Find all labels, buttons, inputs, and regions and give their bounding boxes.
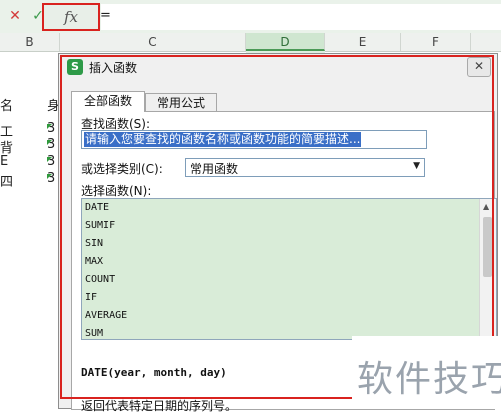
- function-item[interactable]: DATE: [82, 199, 496, 217]
- wps-logo-icon: S: [67, 59, 83, 75]
- error-indicator-icon: [47, 174, 52, 179]
- dialog-titlebar[interactable]: S 插入函数 ✕: [59, 54, 497, 80]
- function-syntax: DATE(year, month, day): [81, 366, 227, 379]
- dialog-title: 插入函数: [89, 61, 138, 75]
- scroll-up-icon[interactable]: ▲: [483, 202, 489, 211]
- column-e-header[interactable]: E: [325, 33, 401, 51]
- formula-bar: ✕ ✓ fx =: [0, 0, 501, 34]
- function-item[interactable]: IF: [82, 289, 496, 307]
- error-indicator-icon: [47, 124, 52, 129]
- category-label: 或选择类别(C):: [81, 162, 163, 176]
- column-c-header[interactable]: C: [60, 33, 246, 51]
- function-list-label: 选择函数(N):: [81, 184, 152, 198]
- category-select[interactable]: 常用函数 ▼: [185, 158, 425, 177]
- cell-name[interactable]: 四: [0, 171, 13, 190]
- function-list[interactable]: DATE SUMIF SIN MAX COUNT IF AVERAGE SUM …: [81, 198, 497, 340]
- insert-function-button[interactable]: fx: [42, 3, 100, 31]
- function-list-scrollbar[interactable]: ▲: [479, 199, 496, 339]
- formula-value: =: [100, 8, 111, 23]
- tab-common-formulas[interactable]: 常用公式: [145, 93, 217, 111]
- column-f-header[interactable]: F: [401, 33, 471, 51]
- tab-all-functions[interactable]: 全部函数: [71, 91, 145, 112]
- column-d-header[interactable]: D: [246, 33, 325, 51]
- error-indicator-icon: [47, 157, 52, 162]
- function-item[interactable]: MAX: [82, 253, 496, 271]
- cell-name[interactable]: 名: [0, 95, 13, 114]
- close-icon[interactable]: ✕: [467, 57, 491, 77]
- column-header: B C D E F: [0, 33, 501, 52]
- scrollbar-thumb[interactable]: [483, 217, 492, 277]
- search-placeholder: 请输入您要查找的函数名称或函数功能的简要描述...: [84, 132, 362, 147]
- dropdown-arrow-icon[interactable]: ▼: [413, 161, 420, 171]
- function-item[interactable]: COUNT: [82, 271, 496, 289]
- error-indicator-icon: [47, 140, 52, 145]
- function-item[interactable]: SUMIF: [82, 217, 496, 235]
- formula-input[interactable]: [101, 4, 501, 30]
- cancel-icon[interactable]: ✕: [7, 8, 23, 24]
- function-description: 返回代表特定日期的序列号。: [81, 399, 238, 413]
- column-b-header[interactable]: B: [0, 33, 60, 51]
- function-item[interactable]: SIN: [82, 235, 496, 253]
- watermark: 软件技巧: [357, 359, 501, 400]
- search-input[interactable]: 请输入您要查找的函数名称或函数功能的简要描述...: [81, 130, 427, 149]
- function-item[interactable]: AVERAGE: [82, 307, 496, 325]
- category-value: 常用函数: [190, 162, 239, 176]
- cell-name[interactable]: E: [0, 154, 8, 169]
